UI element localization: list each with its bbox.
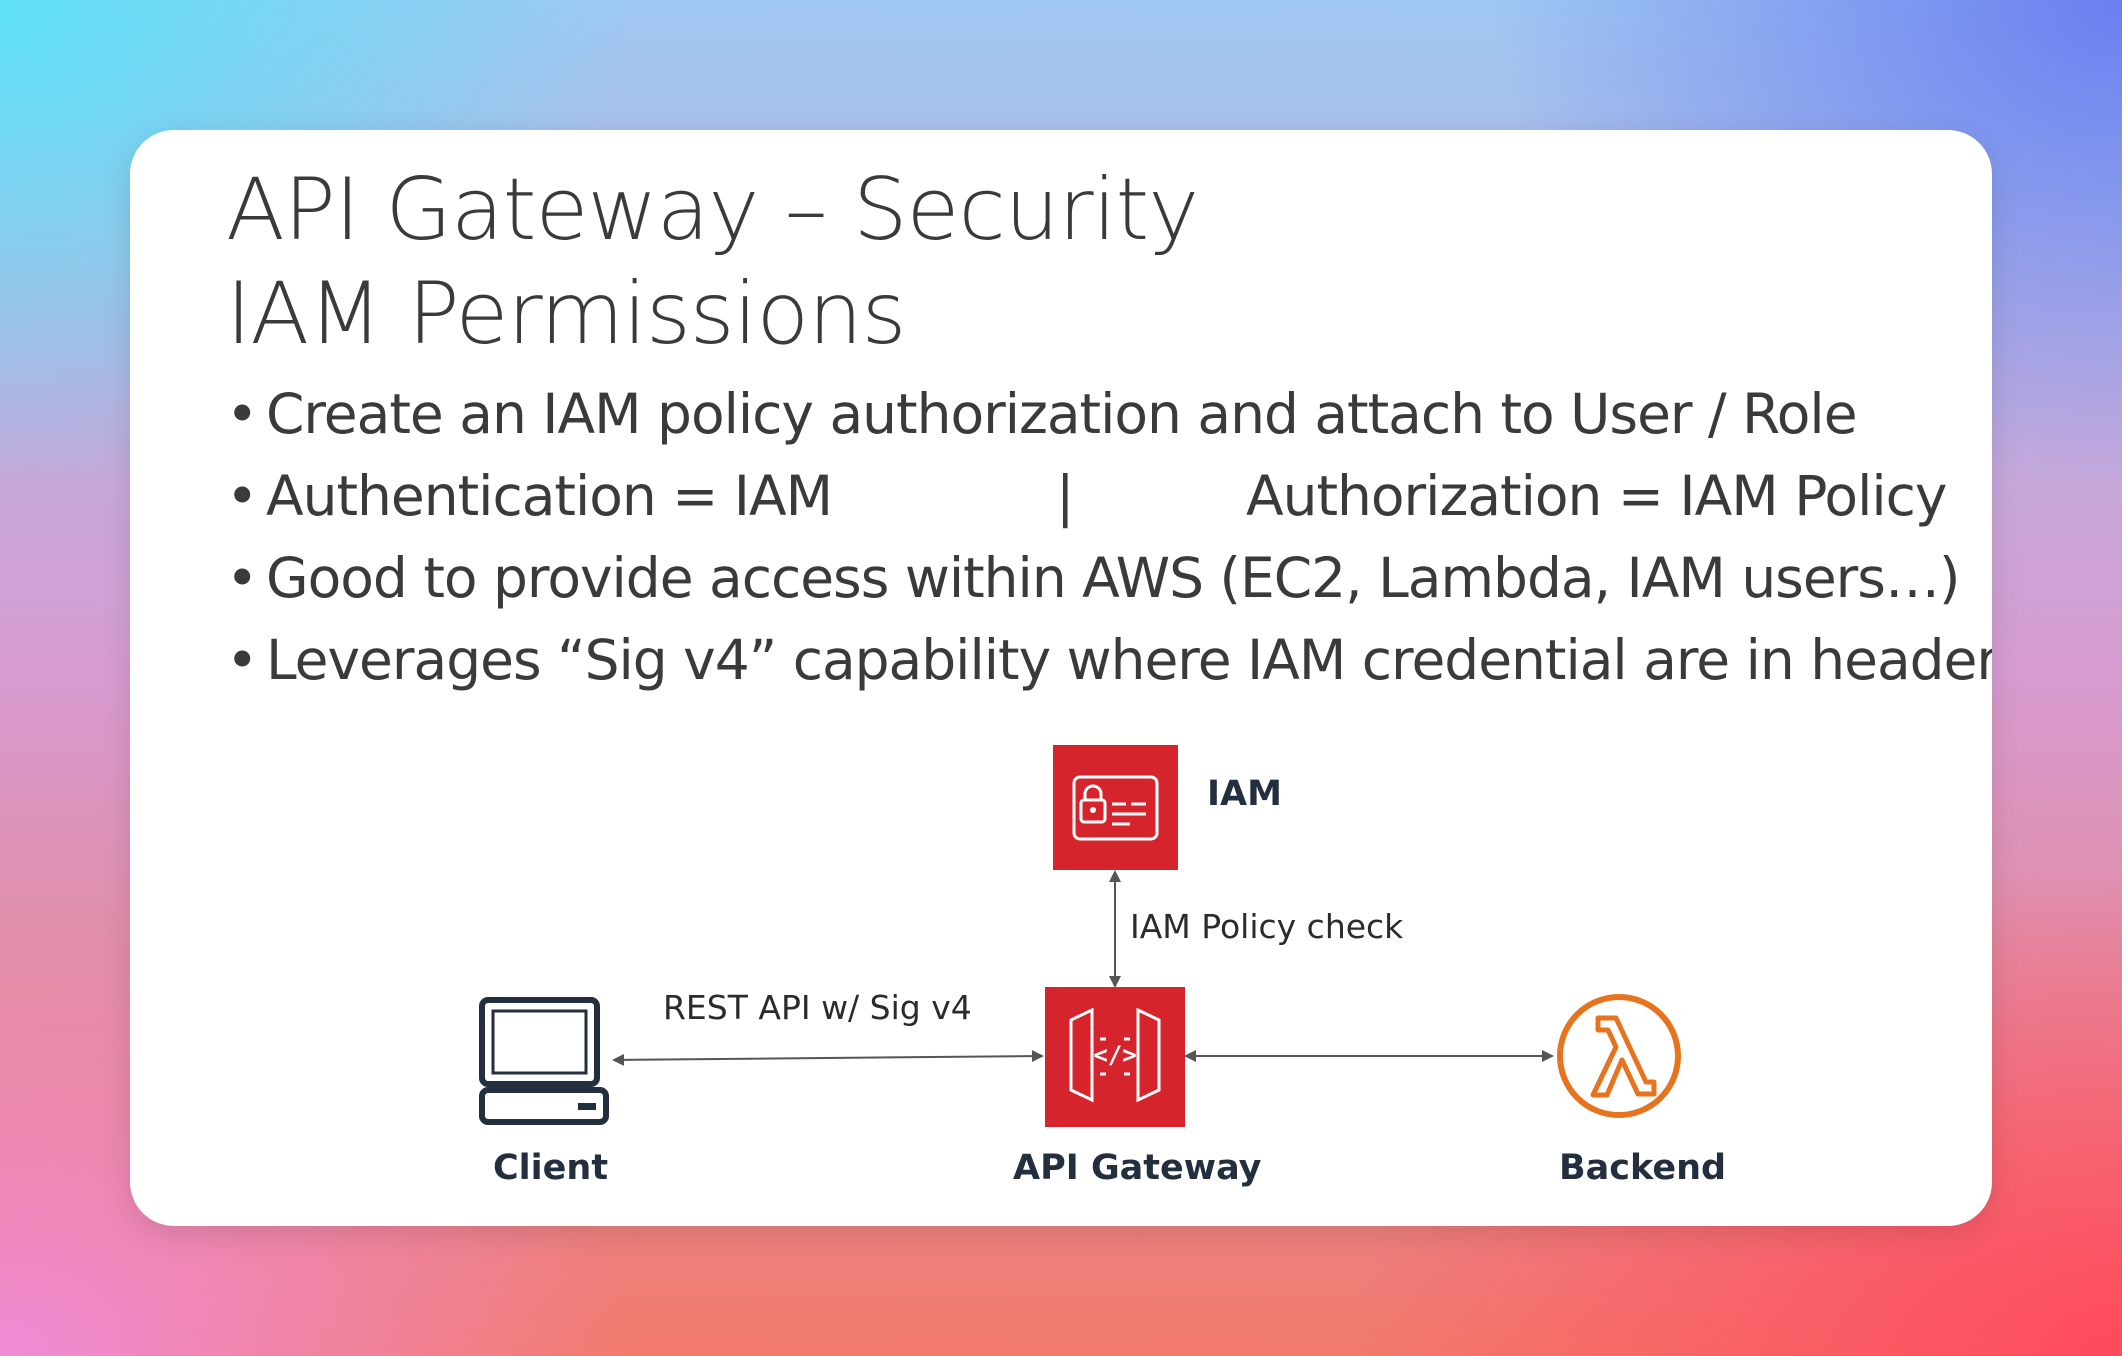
backend-label: Backend [1559,1148,1727,1188]
iam-label: IAM [1207,774,1282,814]
api-gateway-icon: </> [1045,987,1185,1127]
client-laptop-icon [479,997,609,1125]
svg-text:</>: </> [1093,1041,1136,1069]
client-gateway-arrow [612,1050,1044,1066]
api-gateway-label: API Gateway [1013,1148,1262,1188]
lambda-icon [1557,994,1681,1118]
rest-api-label: REST API w/ Sig v4 [663,988,972,1027]
policy-check-label: IAM Policy check [1130,907,1404,946]
architecture-diagram: </> [479,745,1681,1127]
iam-icon [1053,745,1178,870]
client-label: Client [493,1148,609,1188]
slide-card: API Gateway – Security IAM Permissions •… [130,130,1992,1226]
